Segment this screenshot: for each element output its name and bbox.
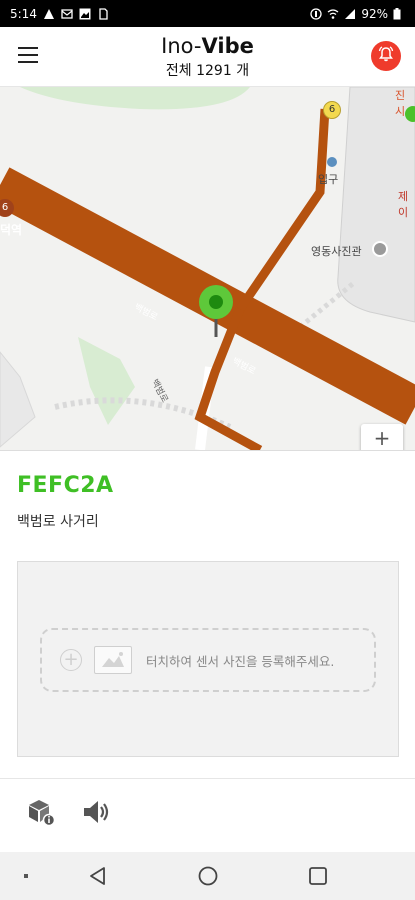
map-label-entrance: 입구 <box>318 173 339 186</box>
battery-icon <box>393 7 405 20</box>
image-icon <box>94 646 132 674</box>
brand-light: Ino- <box>161 33 202 58</box>
back-icon[interactable] <box>86 864 110 888</box>
studio-poi-icon <box>372 241 388 257</box>
brand-bold: Vibe <box>201 33 254 58</box>
mail-icon <box>61 8 73 20</box>
status-time: 5:14 <box>10 6 37 21</box>
app-header: Ino-Vibe 전체 1291 개 <box>0 27 415 87</box>
photo-upload-button[interactable]: + 터치하여 센서 사진을 등록해주세요. <box>40 628 376 692</box>
warning-icon <box>43 8 55 20</box>
system-nav-bar <box>0 852 415 900</box>
sensor-detail-panel: FEFC2A 백범로 사거리 + 터치하여 센서 사진을 등록해주세요. <box>0 450 415 852</box>
home-icon[interactable] <box>196 864 220 888</box>
app-title: Ino-Vibe 전체 1291 개 <box>161 34 254 80</box>
nav-dot-icon[interactable] <box>14 864 38 888</box>
building-block <box>0 351 36 448</box>
bell-icon <box>377 45 395 67</box>
gallery-icon <box>79 8 91 20</box>
package-info-icon[interactable] <box>25 796 59 830</box>
total-count: 전체 1291 개 <box>165 62 250 79</box>
map-label-station: 덕역 <box>0 223 23 237</box>
park-area <box>78 337 135 425</box>
map-label-studio: 영동사진관 <box>311 245 362 258</box>
map-canvas <box>0 87 415 450</box>
vibrate-icon <box>310 7 322 20</box>
photo-upload-text: 터치하여 센서 사진을 등록해주세요. <box>146 653 335 669</box>
signal-icon <box>344 8 356 20</box>
status-bar: 5:14 92% <box>0 0 415 27</box>
alarm-button[interactable] <box>371 41 401 71</box>
map-label-place-top-right: 진시 <box>395 89 406 118</box>
hamburger-menu-button[interactable] <box>18 47 38 65</box>
entrance-icon <box>327 157 337 167</box>
map-view[interactable]: 6 6 입구 영동사진관 덕역 진시 제이 백범로 백범로 백범로 + <box>0 87 415 450</box>
sensor-id: FEFC2A <box>17 473 114 498</box>
map-label-place-right: 제이 <box>398 190 409 219</box>
route-badge-top: 6 <box>323 101 341 119</box>
sensor-pin-center <box>209 295 223 309</box>
park-area <box>20 87 250 110</box>
bottom-actions <box>0 796 415 836</box>
zoom-in-button[interactable]: + <box>361 424 403 450</box>
recents-icon[interactable] <box>306 864 330 888</box>
speaker-icon[interactable] <box>80 796 114 830</box>
sensor-location: 백범로 사거리 <box>17 514 99 530</box>
brand-logo: Ino-Vibe <box>161 34 254 58</box>
branch-road <box>236 108 330 312</box>
sensor-photo-box: + 터치하여 센서 사진을 등록해주세요. <box>17 561 399 757</box>
wifi-icon <box>327 8 339 20</box>
add-icon: + <box>60 649 82 671</box>
divider <box>0 778 415 779</box>
file-icon <box>97 7 109 20</box>
battery-level: 92% <box>361 6 388 21</box>
